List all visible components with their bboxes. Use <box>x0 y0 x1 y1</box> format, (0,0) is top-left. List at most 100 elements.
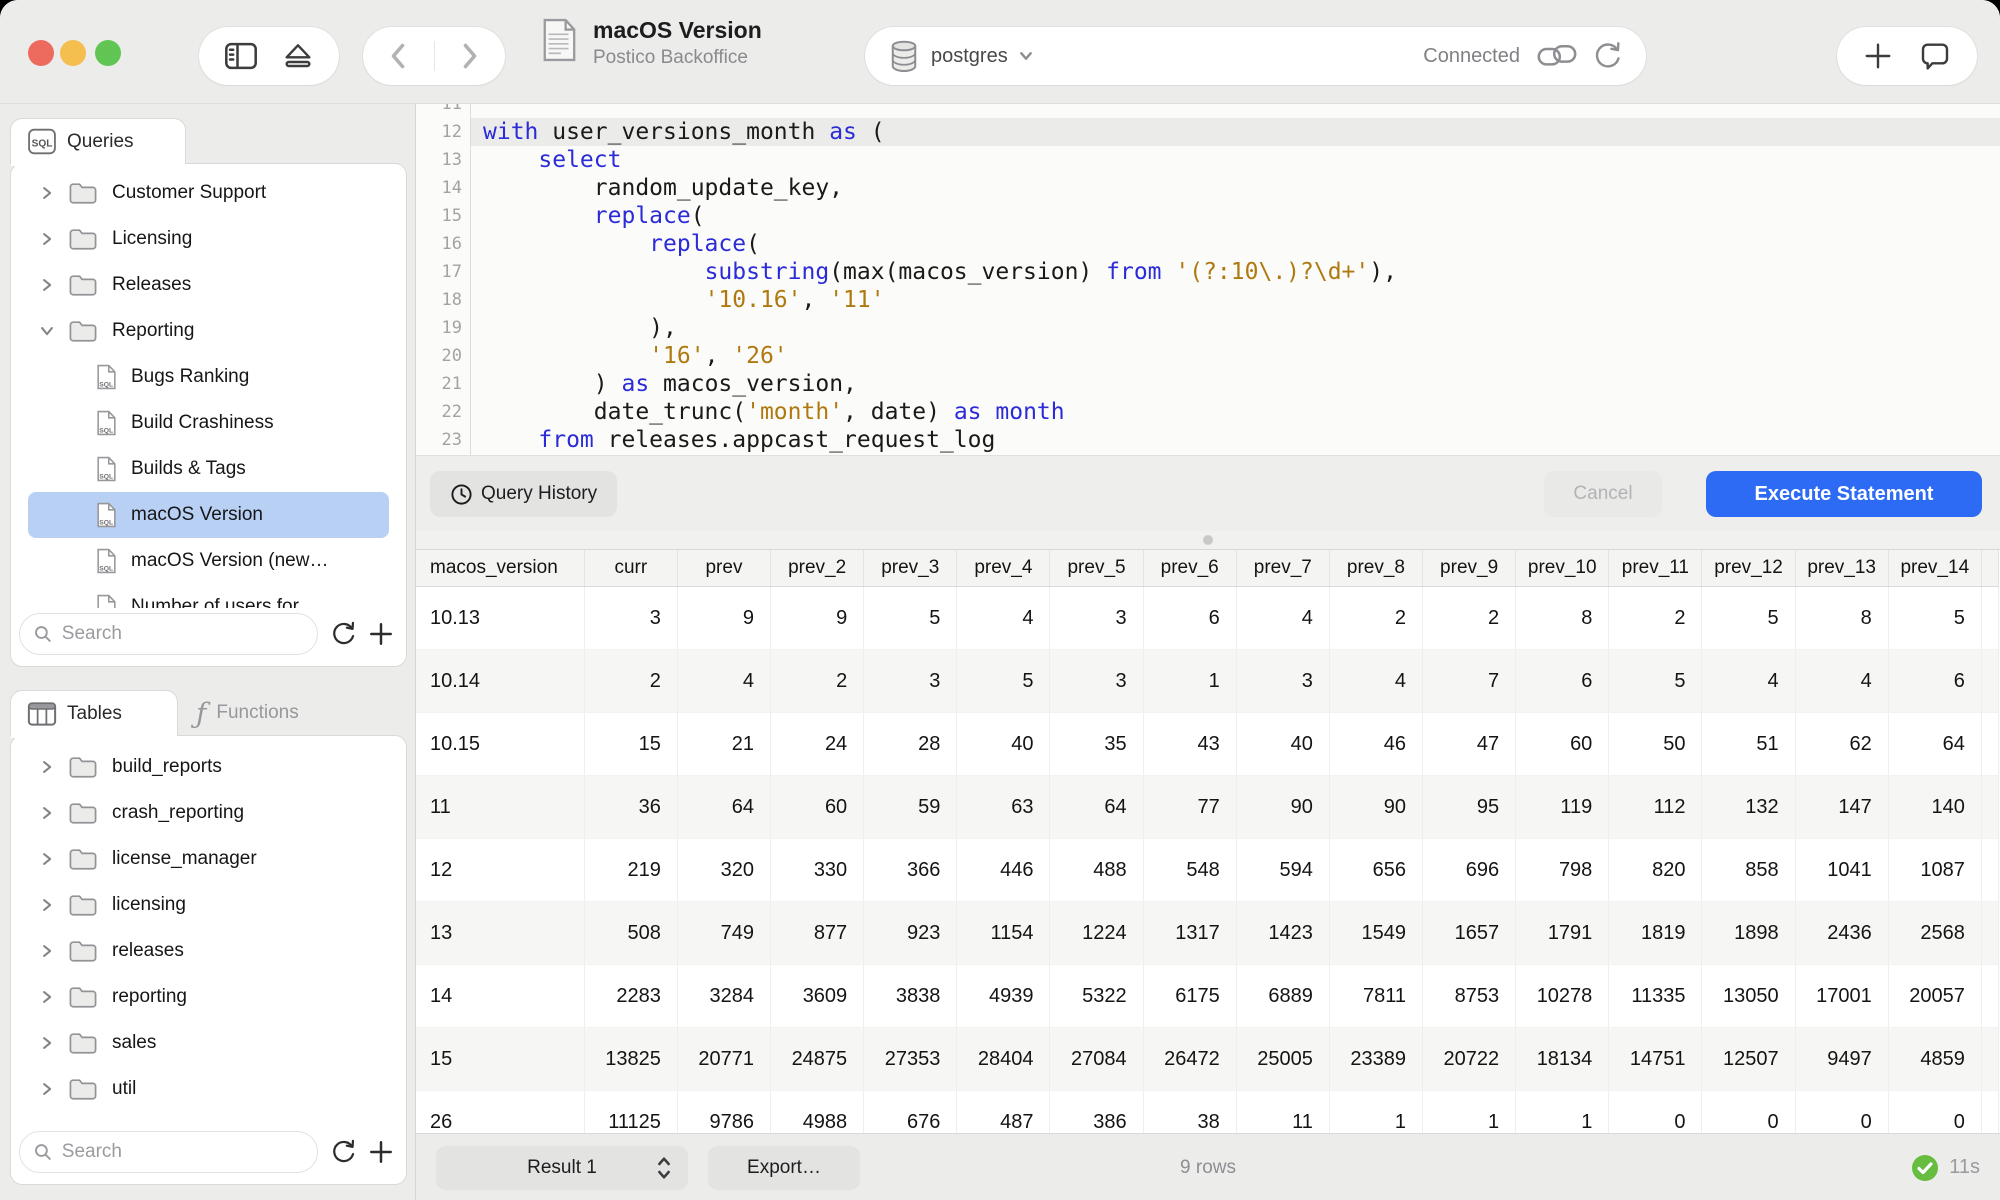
cell[interactable]: 23389 <box>1329 1028 1422 1091</box>
cell[interactable]: 20771 <box>677 1028 770 1091</box>
cell[interactable]: 38 <box>1143 1091 1236 1134</box>
cell[interactable]: 59 <box>864 776 957 839</box>
column-header-prev-9[interactable]: prev_9 <box>1423 550 1516 587</box>
cell[interactable]: 2 <box>1423 587 1516 650</box>
export-button[interactable]: Export… <box>708 1146 860 1190</box>
cell[interactable]: 28404 <box>957 1028 1050 1091</box>
cell[interactable]: 487 <box>957 1091 1050 1134</box>
cell[interactable]: 140 <box>1888 776 1981 839</box>
cell[interactable]: 0 <box>1609 1091 1702 1134</box>
cell[interactable]: 64 <box>1888 713 1981 776</box>
cell[interactable]: 488 <box>1050 839 1143 902</box>
cell[interactable] <box>1981 965 1998 1028</box>
code-line-17[interactable]: 17 substring(max(macos_version) from '(?… <box>416 258 2000 286</box>
column-header-prev-6[interactable]: prev_6 <box>1143 550 1236 587</box>
execute-statement-button[interactable]: Execute Statement <box>1706 471 1982 517</box>
cell[interactable]: 90 <box>1329 776 1422 839</box>
schema-item-util[interactable]: util <box>22 1066 395 1112</box>
cell[interactable]: 95 <box>1423 776 1516 839</box>
column-header-prev-8[interactable]: prev_8 <box>1329 550 1422 587</box>
code-line-14[interactable]: 14 random_update_key, <box>416 174 2000 202</box>
cell[interactable]: 12 <box>416 839 584 902</box>
cell[interactable]: 4 <box>1236 587 1329 650</box>
cell[interactable]: 7 <box>1423 650 1516 713</box>
cell[interactable]: 20057 <box>1888 965 1981 1028</box>
cell[interactable]: 5 <box>864 587 957 650</box>
cell[interactable]: 4 <box>957 587 1050 650</box>
cell[interactable]: 3284 <box>677 965 770 1028</box>
cell[interactable]: 3 <box>864 650 957 713</box>
cell[interactable]: 1041 <box>1795 839 1888 902</box>
cell[interactable]: 13 <box>416 902 584 965</box>
query-history-button[interactable]: Query History <box>430 471 617 517</box>
cell[interactable]: 4988 <box>771 1091 864 1134</box>
cell[interactable]: 1 <box>1143 650 1236 713</box>
cell[interactable] <box>1981 587 1998 650</box>
code-line-16[interactable]: 16 replace( <box>416 230 2000 258</box>
cell[interactable]: 18134 <box>1516 1028 1609 1091</box>
cell[interactable]: 12507 <box>1702 1028 1795 1091</box>
query-item-bugs-ranking[interactable]: SQLBugs Ranking <box>22 354 395 400</box>
cell[interactable] <box>1981 839 1998 902</box>
cell[interactable]: 25005 <box>1236 1028 1329 1091</box>
cell[interactable]: 4 <box>1702 650 1795 713</box>
cell[interactable]: 13050 <box>1702 965 1795 1028</box>
query-item-macos-version-new[interactable]: SQLmacOS Version (new… <box>22 538 395 584</box>
cell[interactable]: 60 <box>1516 713 1609 776</box>
cell[interactable]: 9 <box>771 587 864 650</box>
cell[interactable]: 24875 <box>771 1028 864 1091</box>
add-table-icon[interactable] <box>368 1139 394 1165</box>
cell[interactable]: 1224 <box>1050 902 1143 965</box>
code-line-19[interactable]: 19 ), <box>416 314 2000 342</box>
code-line-20[interactable]: 20 '16', '26' <box>416 342 2000 370</box>
schema-item-releases[interactable]: releases <box>22 928 395 974</box>
cell[interactable]: 13825 <box>584 1028 677 1091</box>
resize-handle[interactable] <box>1203 535 1213 545</box>
cell[interactable]: 1 <box>1423 1091 1516 1134</box>
cell[interactable]: 27353 <box>864 1028 957 1091</box>
cell[interactable]: 50 <box>1609 713 1702 776</box>
cell[interactable]: 4 <box>1795 650 1888 713</box>
cell[interactable] <box>1981 776 1998 839</box>
cell[interactable]: 219 <box>584 839 677 902</box>
cell[interactable]: 14 <box>416 965 584 1028</box>
cell[interactable]: 3 <box>1050 587 1143 650</box>
schema-item-crash-reporting[interactable]: crash_reporting <box>22 790 395 836</box>
column-header-macos-version[interactable]: macos_version <box>416 550 584 587</box>
cell[interactable]: 64 <box>1050 776 1143 839</box>
column-header-prev-12[interactable]: prev_12 <box>1702 550 1795 587</box>
cell[interactable]: 132 <box>1702 776 1795 839</box>
cell[interactable]: 112 <box>1609 776 1702 839</box>
cell[interactable]: 36 <box>584 776 677 839</box>
eject-icon[interactable] <box>282 42 314 70</box>
reload-queries-icon[interactable] <box>330 620 356 648</box>
cell[interactable]: 6175 <box>1143 965 1236 1028</box>
cell[interactable]: 26472 <box>1143 1028 1236 1091</box>
cell[interactable]: 4 <box>677 650 770 713</box>
tab-functions[interactable]: ƒ Functions <box>196 690 299 736</box>
cell[interactable]: 35 <box>1050 713 1143 776</box>
column-header-partial[interactable] <box>1981 550 1998 587</box>
cancel-button[interactable]: Cancel <box>1544 471 1662 517</box>
chevron-right-icon[interactable] <box>40 806 54 820</box>
cell[interactable]: 1 <box>1329 1091 1422 1134</box>
query-item-builds-tags[interactable]: SQLBuilds & Tags <box>22 446 395 492</box>
tables-search-input[interactable] <box>60 1140 303 1164</box>
cell[interactable]: 9497 <box>1795 1028 1888 1091</box>
cell[interactable]: 1819 <box>1609 902 1702 965</box>
cell[interactable]: 6 <box>1143 587 1236 650</box>
cell[interactable]: 676 <box>864 1091 957 1134</box>
code-line-18[interactable]: 18 '10.16', '11' <box>416 286 2000 314</box>
refresh-icon[interactable] <box>1592 40 1622 72</box>
schema-item-licensing[interactable]: licensing <box>22 882 395 928</box>
cell[interactable]: 64 <box>677 776 770 839</box>
cell[interactable]: 2 <box>1329 587 1422 650</box>
cell[interactable]: 877 <box>771 902 864 965</box>
tables-search[interactable] <box>19 1131 318 1173</box>
cell[interactable]: 5322 <box>1050 965 1143 1028</box>
back-icon[interactable] <box>388 41 408 71</box>
cell[interactable]: 3 <box>1050 650 1143 713</box>
cell[interactable]: 1549 <box>1329 902 1422 965</box>
cell[interactable] <box>1981 1091 1998 1134</box>
cell[interactable]: 11 <box>416 776 584 839</box>
